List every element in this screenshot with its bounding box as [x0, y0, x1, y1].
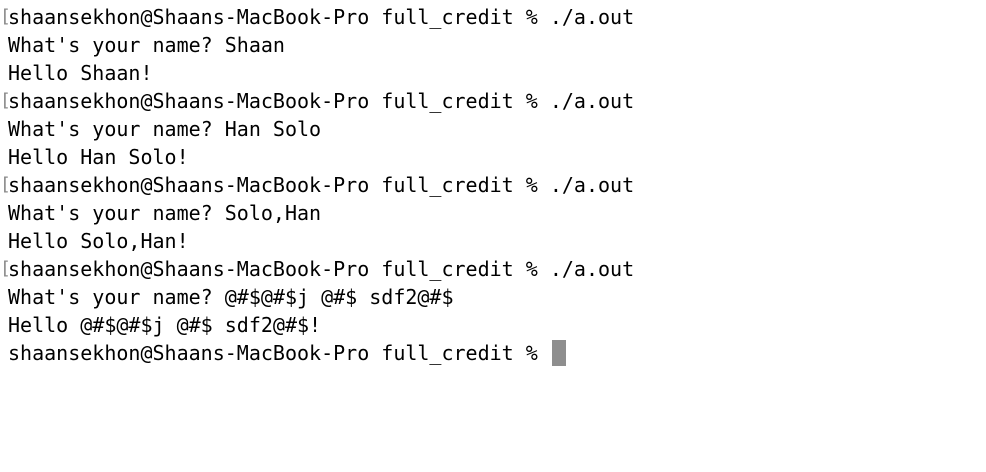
line-text: What's your name? Han Solo	[8, 117, 322, 141]
line-text: Hello Shaan!	[8, 61, 153, 85]
terminal-line: [shaansekhon@Shaans-MacBook-Pro full_cre…	[0, 171, 635, 199]
text-cursor[interactable]	[551, 340, 566, 366]
prompt-mark: [	[0, 174, 11, 195]
terminal-window[interactable]: [shaansekhon@Shaans-MacBook-Pro full_cre…	[0, 0, 986, 472]
terminal-line: Hello Solo,Han!	[8, 227, 634, 255]
line-text: Hello @#$@#$j @#$ sdf2@#$!	[8, 313, 322, 337]
terminal-line: What's your name? Shaan	[8, 31, 634, 59]
terminal-line: [shaansekhon@Shaans-MacBook-Pro full_cre…	[0, 87, 635, 115]
line-text: What's your name? Solo,Han	[8, 201, 322, 225]
line-text: shaansekhon@Shaans-MacBook-Pro full_cred…	[8, 5, 635, 29]
terminal-output: [shaansekhon@Shaans-MacBook-Pro full_cre…	[0, 3, 635, 367]
line-text: What's your name? @#$@#$j @#$ sdf2@#$	[8, 285, 454, 309]
prompt-mark: [	[0, 6, 11, 27]
terminal-line: Hello Shaan!	[8, 59, 634, 87]
terminal-line: [shaansekhon@Shaans-MacBook-Pro full_cre…	[0, 255, 635, 283]
prompt-mark: [	[0, 90, 11, 111]
terminal-line: What's your name? @#$@#$j @#$ sdf2@#$	[8, 283, 634, 311]
line-text: What's your name? Shaan	[8, 33, 285, 57]
line-text: shaansekhon@Shaans-MacBook-Pro full_cred…	[8, 257, 635, 281]
line-text: Hello Han Solo!	[8, 145, 189, 169]
terminal-line: What's your name? Solo,Han	[8, 199, 634, 227]
prompt-mark: [	[0, 258, 11, 279]
terminal-prompt-line[interactable]: shaansekhon@Shaans-MacBook-Pro full_cred…	[8, 339, 634, 367]
line-text: shaansekhon@Shaans-MacBook-Pro full_cred…	[8, 173, 635, 197]
terminal-line: Hello @#$@#$j @#$ sdf2@#$!	[8, 311, 634, 339]
terminal-line: What's your name? Han Solo	[8, 115, 634, 143]
line-text: Hello Solo,Han!	[8, 229, 189, 253]
terminal-line: Hello Han Solo!	[8, 143, 634, 171]
line-text: shaansekhon@Shaans-MacBook-Pro full_cred…	[8, 89, 635, 113]
terminal-line: [shaansekhon@Shaans-MacBook-Pro full_cre…	[0, 3, 635, 31]
current-prompt: shaansekhon@Shaans-MacBook-Pro full_cred…	[8, 341, 550, 365]
